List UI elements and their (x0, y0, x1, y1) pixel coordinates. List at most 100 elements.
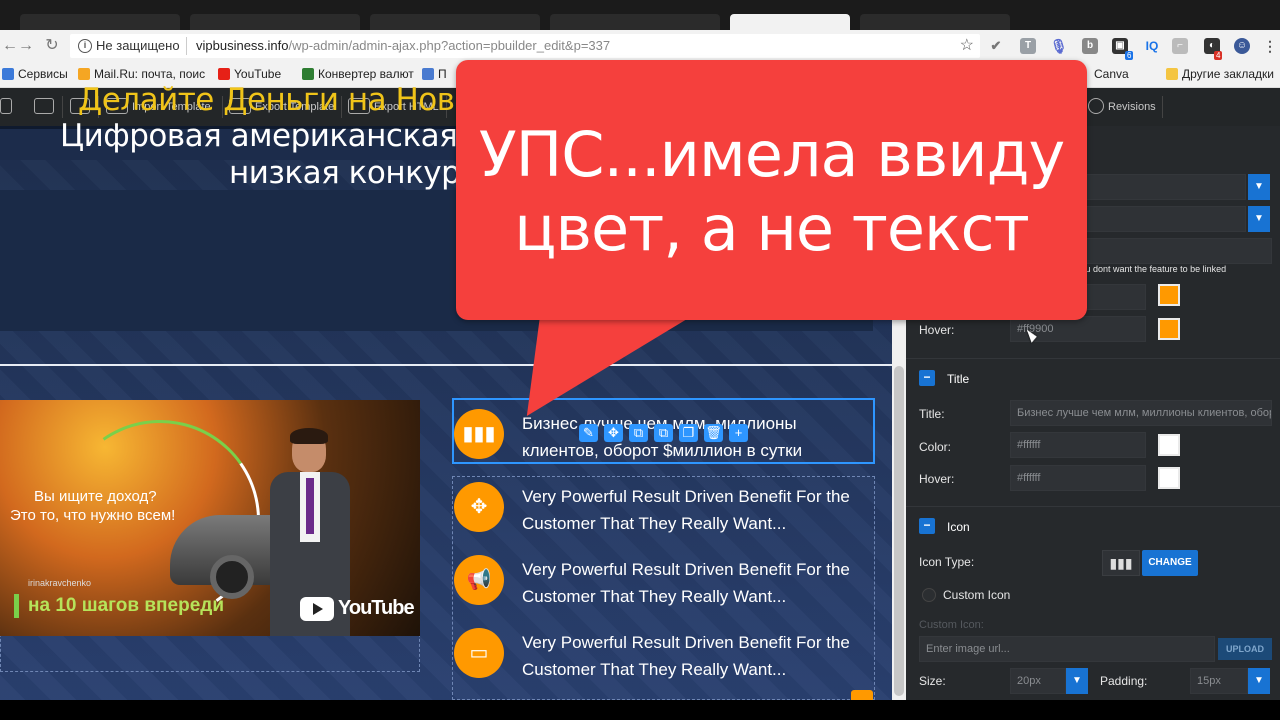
mailru-icon (78, 68, 90, 80)
info-icon[interactable]: i (78, 39, 92, 53)
checkmark-icon[interactable]: ✔ (988, 38, 1004, 54)
chevron-down-icon[interactable]: ▼ (1248, 206, 1270, 232)
video-cta-accent (14, 594, 19, 618)
bookmark-services[interactable]: Сервисы (2, 67, 68, 81)
menu-dots-icon[interactable]: ⋮ (1262, 38, 1278, 54)
megaphone-icon: 📢 (466, 569, 492, 591)
copy-icon[interactable]: ⧉ (629, 424, 648, 442)
feature-title[interactable]: Very Powerful Result Driven Benefit For … (522, 629, 872, 683)
element-edit-toolbar: ✎ ✥ ⧉ ⧉ ❐ 🗑 + (575, 424, 753, 446)
custom-icon-toggle[interactable] (922, 588, 936, 602)
add-icon[interactable]: + (729, 424, 748, 442)
scroll-thumb[interactable] (894, 366, 904, 696)
iq-extension-icon[interactable]: IQ (1142, 38, 1162, 54)
bookmark-mailru[interactable]: Mail.Ru: почта, поис (78, 67, 205, 81)
feature-title[interactable]: Very Powerful Result Driven Benefit For … (522, 556, 872, 610)
size-label: Size: (919, 674, 946, 688)
move-arrows-icon: ✥ (470, 496, 488, 518)
callout-bubble: УПС...имела ввиду цвет, а не текст (456, 60, 1087, 320)
feature-icon-circle: ✥ (454, 482, 504, 532)
change-icon-button[interactable]: CHANGE (1142, 550, 1198, 576)
padding-field[interactable]: 15px (1190, 668, 1248, 694)
title-hover-field[interactable]: #ffffff (1010, 465, 1146, 491)
image-url-field[interactable]: Enter image url... (919, 636, 1215, 662)
upload-button[interactable]: UPLOAD (1218, 638, 1272, 660)
monitor-icon: ▭ (469, 642, 489, 664)
title-hover-label: Hover: (919, 472, 955, 486)
headline-white-1[interactable]: Цифровая американская пла (60, 118, 525, 154)
chevron-down-icon[interactable]: ▼ (1248, 668, 1270, 694)
currency-icon (302, 68, 314, 80)
feature-title[interactable]: Very Powerful Result Driven Benefit For … (522, 483, 872, 537)
microphone-icon[interactable]: 🎙 (1050, 38, 1068, 54)
url-text[interactable]: vipbusiness.info/wp-admin/admin-ajax.php… (196, 38, 610, 53)
profile-avatar[interactable]: ☺ (1234, 38, 1250, 54)
custom-icon-label: Custom Icon: (919, 619, 984, 631)
title-hover-swatch[interactable] (1158, 467, 1180, 489)
icon-color-swatch[interactable] (1158, 284, 1180, 306)
browser-tab-active[interactable] (730, 14, 850, 30)
hover-color-swatch[interactable] (1158, 318, 1180, 340)
panel-divider (906, 506, 1280, 507)
forward-arrow-icon[interactable]: → (16, 36, 36, 56)
revisions-button[interactable]: Revisions (1088, 98, 1156, 114)
document-extension-icon[interactable]: ⌐ (1172, 38, 1188, 54)
save-icon[interactable] (0, 98, 16, 114)
title-field[interactable]: Бизнес лучше чем млм, миллионы клиентов,… (1010, 400, 1272, 426)
extension-icon[interactable]: b (1082, 38, 1098, 54)
video-author: irinakravchenko (28, 578, 92, 588)
panel-input[interactable] (1082, 238, 1272, 264)
browser-tab[interactable] (860, 14, 1010, 30)
title-label: Title: (919, 407, 945, 421)
title-section-header[interactable]: Title (947, 372, 969, 386)
link-hint: you dont want the feature to be linked (1076, 264, 1227, 274)
bookmark-youtube[interactable]: YouTube (218, 67, 281, 81)
clock-icon (1088, 98, 1104, 114)
delete-icon[interactable]: 🗑 (704, 424, 723, 442)
video-caption-question: Вы ищите доход? (34, 488, 157, 505)
url-separator (186, 37, 187, 55)
callout-line-1: УПС...имела ввиду (478, 118, 1065, 191)
feature-icon-circle: 📢 (454, 555, 504, 605)
duplicate-icon[interactable]: ⧉ (654, 424, 673, 442)
bookmark-other[interactable]: Другие закладки (1166, 67, 1274, 81)
bookmark-partial[interactable]: П (422, 67, 447, 81)
toolbar-separator (62, 96, 63, 118)
translate-icon[interactable]: T (1020, 38, 1036, 54)
edit-pencil-icon[interactable]: ✎ (579, 424, 598, 442)
video-cta-text: на 10 шагов впереди (28, 595, 225, 616)
chart-bars-icon: ▮▮▮ (462, 423, 496, 445)
browser-tab-strip (0, 0, 1280, 30)
chevron-down-icon[interactable]: ▼ (1248, 174, 1270, 200)
browser-tab[interactable] (20, 14, 180, 30)
browser-tab[interactable] (550, 14, 720, 30)
size-field[interactable]: 20px (1010, 668, 1066, 694)
title-color-field[interactable]: #ffffff (1010, 432, 1146, 458)
panel-divider (906, 358, 1280, 359)
callout-line-2: цвет, а не текст (514, 192, 1029, 265)
browser-tab[interactable] (370, 14, 540, 30)
bottom-black-bar (0, 700, 1280, 720)
panel-select[interactable] (1082, 206, 1246, 232)
save-as-icon[interactable] (34, 98, 58, 114)
bookmark-star-icon[interactable]: ☆ (960, 35, 974, 55)
bookmark-converter[interactable]: Конвертер валют (302, 67, 414, 81)
collapse-icon-section-icon[interactable]: − (919, 518, 935, 534)
chevron-down-icon[interactable]: ▼ (1066, 668, 1088, 694)
browser-tab[interactable] (190, 14, 360, 30)
video-caption-answer: Это то, что нужно всем! (10, 507, 176, 524)
title-color-swatch[interactable] (1158, 434, 1180, 456)
reload-icon[interactable]: ↻ (42, 36, 62, 56)
youtube-icon (218, 68, 230, 80)
url-field[interactable]: i Не защищено vipbusiness.info/wp-admin/… (70, 34, 980, 58)
paste-icon[interactable]: ❐ (679, 424, 698, 442)
custom-icon-toggle-label: Custom Icon (943, 588, 1011, 602)
icon-section-header[interactable]: Icon (947, 520, 970, 534)
collapse-title-icon[interactable]: − (919, 370, 935, 386)
panel-select[interactable] (1082, 174, 1246, 200)
bookmark-canva[interactable]: Canva (1094, 67, 1129, 81)
url-domain: vipbusiness.info (196, 38, 289, 53)
address-bar: ← → ↻ i Не защищено vipbusiness.info/wp-… (0, 30, 1280, 62)
section-divider (0, 364, 892, 366)
move-icon[interactable]: ✥ (604, 424, 623, 442)
